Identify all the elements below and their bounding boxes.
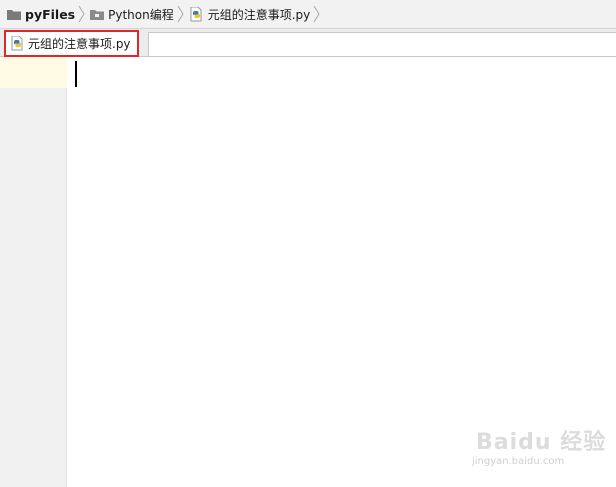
- breadcrumb-label: pyFiles: [25, 6, 76, 22]
- chevron-right-icon: [313, 5, 320, 23]
- text-caret: [75, 61, 77, 87]
- watermark: Baidu 经验 jingyan.baidu.com: [470, 424, 610, 474]
- tab-label: 元组的注意事项.py: [28, 37, 131, 51]
- breadcrumb-item-pyfiles[interactable]: pyFiles: [7, 0, 75, 28]
- breadcrumb-label: 元组的注意事项.py: [207, 7, 311, 22]
- folder-icon: [7, 9, 21, 20]
- watermark-brand: Baidu 经验: [476, 430, 607, 455]
- breadcrumb-item-python-programming[interactable]: Python编程: [90, 0, 174, 28]
- line-number-gutter[interactable]: [0, 57, 67, 487]
- watermark-url: jingyan.baidu.com: [472, 456, 565, 467]
- folder-icon: [90, 9, 105, 20]
- python-file-icon: [11, 36, 23, 51]
- breadcrumb: pyFiles Python编程 元组的注意事项.py: [0, 0, 616, 29]
- tab-file[interactable]: 元组的注意事项.py: [4, 30, 139, 57]
- current-line-gutter-highlight: [0, 57, 67, 88]
- breadcrumb-item-file[interactable]: 元组的注意事项.py: [189, 0, 311, 28]
- chevron-right-icon: [78, 5, 85, 23]
- code-editor[interactable]: [67, 57, 616, 487]
- chevron-right-icon: [177, 5, 184, 23]
- editor-tab-strip: 元组的注意事项.py: [0, 29, 616, 57]
- python-file-icon: [190, 6, 202, 21]
- tab-strip-empty-area: [148, 32, 616, 56]
- breadcrumb-label: Python编程: [108, 7, 174, 22]
